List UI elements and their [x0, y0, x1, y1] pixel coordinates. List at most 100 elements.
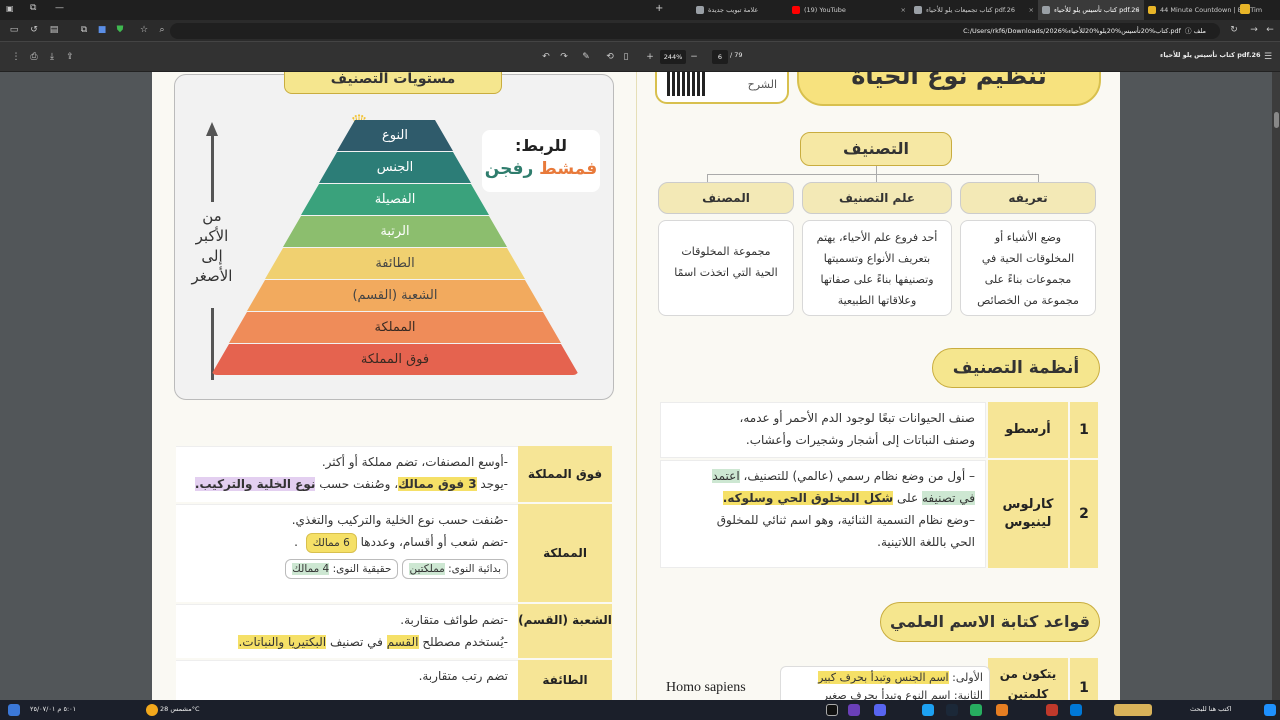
youtube-favicon-icon — [792, 6, 800, 14]
scroll-thumb[interactable] — [1274, 112, 1279, 128]
clock: ٥:٠١ م ٢٥/٠٧/٠١ — [30, 705, 76, 713]
pdf-viewer[interactable]: تنظيم نوع الحياة الشرح التصنيف تعريفه عل… — [0, 72, 1280, 700]
tab-bar: ▣ ⧉ — علامة تبويب جديدة× (19) YouTube× ك… — [0, 0, 1280, 20]
print-icon[interactable]: ⎙ — [28, 52, 40, 62]
tab-scroll-icon[interactable]: — — [55, 3, 64, 13]
tab-overview-icon[interactable]: ⧉ — [30, 3, 36, 13]
refresh-icon[interactable]: ↻ — [1228, 25, 1240, 35]
kingdom-count-chip: 6 ممالك — [305, 533, 357, 553]
arrow-word: الأكبر — [195, 227, 229, 245]
highlight: 3 فوق ممالك — [398, 477, 477, 491]
pyramid-level: المملكة — [229, 312, 561, 343]
qr-code-icon[interactable] — [667, 72, 705, 96]
back-icon[interactable]: ↺ — [28, 25, 40, 35]
search-icon[interactable]: ⌕ — [156, 25, 168, 35]
tab-new-tab[interactable]: علامة تبويب جديدة× — [692, 0, 802, 20]
qr-box: الشرح — [655, 72, 789, 104]
highlight: البكتيريا والنباتات. — [238, 635, 327, 649]
close-tab-icon[interactable]: × — [1135, 0, 1140, 20]
arrow-shaft — [211, 308, 214, 380]
close-tab-icon[interactable]: × — [901, 0, 906, 20]
system-number: 1 — [1070, 402, 1098, 458]
pdf-menu-icon[interactable]: ☰ — [1262, 52, 1274, 62]
highlight: اسم الجنس وتبدأ بحرف كبير — [818, 671, 949, 684]
share-icon[interactable]: ⇪ — [64, 52, 76, 62]
reading-icon[interactable]: ▤ — [48, 25, 60, 35]
system-line: –وضع نظام التسمية الثنائية، وهو اسم ثنائ… — [716, 513, 975, 527]
qr-caption: الشرح — [747, 78, 777, 91]
profile-icon[interactable] — [1240, 4, 1250, 14]
system-body: – أول من وضع نظام رسمي (عالمي) للتصنيف، … — [660, 460, 986, 568]
weather-icon — [146, 704, 158, 716]
mnemonic-box: للربط: فمشط رفجن — [482, 130, 600, 192]
rotate-icon[interactable]: ⟲ — [604, 52, 616, 62]
tab-tajmeeat-pdf[interactable]: كتاب تجميعات يلو للأحياء pdf.26 × — [910, 0, 1038, 20]
text-span: -يُستخدم مصطلح — [418, 635, 508, 649]
date-text: ٢٥/٠٧/٠١ — [30, 705, 56, 713]
edge-icon[interactable] — [1070, 704, 1082, 716]
pyramid-level: النوع — [337, 120, 453, 151]
prokaryote-chip: بدائية النوى: مملكتين — [402, 559, 508, 579]
tab-taseesh-pdf[interactable]: كتاب تأسيس يلو للأحياء pdf.26 × — [1038, 0, 1144, 20]
back-arrow-icon[interactable]: ← — [1264, 25, 1276, 35]
steam-icon[interactable] — [946, 704, 958, 716]
system-name: كارلوس لينيوس — [988, 460, 1068, 568]
app-icon[interactable] — [1046, 704, 1058, 716]
shield-icon[interactable]: ⛊ — [114, 25, 126, 35]
zoom-value: 244% — [663, 53, 683, 61]
zoom-in-icon[interactable]: + — [644, 52, 656, 62]
highlight: 4 ممالك — [292, 563, 330, 575]
new-tab-button[interactable]: + — [655, 3, 663, 14]
save-icon[interactable]: ⤓ — [46, 52, 58, 62]
text-span: حقيقية النوى: — [329, 563, 392, 575]
tab-youtube[interactable]: (19) YouTube × — [788, 0, 910, 20]
page-total: / 79 — [730, 51, 743, 59]
discord-icon[interactable] — [874, 704, 886, 716]
page-number-input[interactable]: 6 — [712, 50, 728, 64]
url-text: C:/Users/rkf6/Downloads/2026%كتاب%20تأسي… — [963, 27, 1181, 35]
zoom-level[interactable]: 244% — [660, 50, 686, 64]
rule-name: يتكون من كلمتين — [988, 658, 1068, 700]
taxon-card: مجموعة المخلوقات الحية التي اتخذت اسمًا — [658, 220, 794, 316]
close-tab-icon[interactable]: × — [1029, 0, 1034, 20]
app-icon[interactable] — [848, 704, 860, 716]
text-span: في تصنيف — [326, 635, 387, 649]
telegram-icon[interactable] — [922, 704, 934, 716]
tree-connector — [707, 174, 1039, 175]
table-line: -صُنفت حسب نوع الخلية والتركيب والتغذي. — [291, 513, 508, 527]
window-menu-icon[interactable]: ▣ — [6, 4, 16, 14]
url-field[interactable]: C:/Users/rkf6/Downloads/2026%كتاب%20تأسي… — [170, 23, 1220, 39]
extension-icon[interactable]: ■ — [96, 25, 108, 35]
table-desc: -صُنفت حسب نوع الخلية والتركيب والتغذي. … — [176, 504, 518, 602]
system-line: الحي باللغة اللاتينية. — [877, 535, 975, 549]
text-span: ، وصُنفت حسب — [315, 477, 399, 491]
table-line: -تضم طوائف متقاربة. — [400, 613, 508, 627]
windows-icon[interactable] — [1264, 704, 1276, 716]
forward-icon[interactable]: → — [1248, 25, 1260, 35]
scrollbar[interactable] — [1272, 72, 1280, 700]
text-span: – أول من وضع نظام رسمي (عالمي) للتصنيف، — [739, 469, 975, 483]
zoom-out-icon[interactable]: − — [688, 52, 700, 62]
search-box[interactable]: اكتب هنا للبحث — [1190, 705, 1231, 713]
table-key: المملكة — [518, 504, 612, 602]
favorites-icon[interactable]: ☆ — [138, 25, 150, 35]
fit-page-icon[interactable]: ▯ — [620, 52, 632, 62]
app-icon[interactable] — [970, 704, 982, 716]
table-line: -تضم شعب أو أقسام، وعددها 6 ممالك . — [180, 531, 508, 553]
more-options-icon[interactable]: ⋮ — [10, 52, 22, 62]
redo-icon[interactable]: ↷ — [558, 52, 570, 62]
tree-connector — [1038, 174, 1039, 182]
rules-title: قواعد كتابة الاسم العلمي — [880, 602, 1100, 642]
start-icon[interactable] — [8, 704, 20, 716]
sidebar-icon[interactable]: ▭ — [8, 25, 20, 35]
up-arrow-icon — [206, 122, 218, 136]
collections-icon[interactable]: ⧉ — [78, 25, 90, 35]
table-desc: تضم رتب متقاربة. — [176, 660, 518, 700]
pdf-title: كتاب تأسيس يلو للأحياء pdf.26 — [1160, 51, 1261, 59]
chrome-icon[interactable] — [826, 704, 838, 716]
mnemonic-word: فمشط — [539, 159, 598, 179]
undo-icon[interactable]: ↶ — [540, 52, 552, 62]
folder-icon[interactable] — [996, 704, 1008, 716]
draw-icon[interactable]: ✎ — [580, 52, 592, 62]
system-line: وصنف النباتات إلى أشجار وشجيرات وأعشاب. — [745, 433, 975, 447]
